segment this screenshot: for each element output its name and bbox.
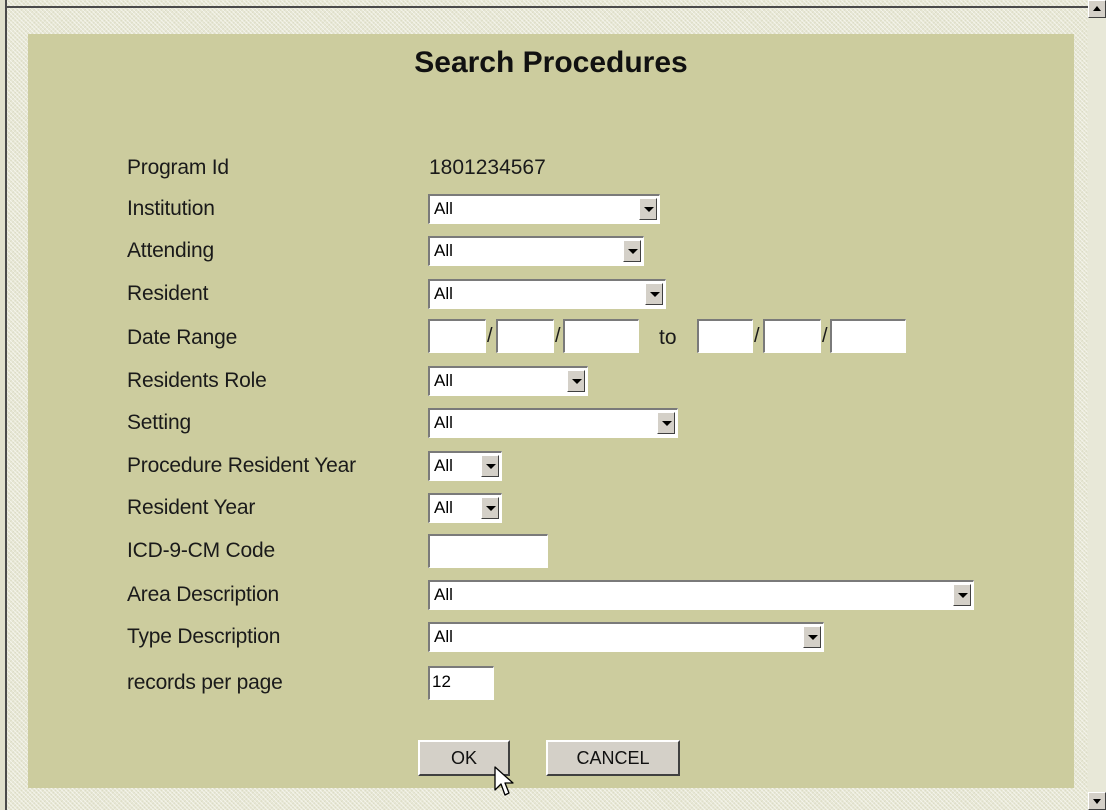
area-description-select-value: All bbox=[434, 585, 453, 604]
chevron-down-icon[interactable] bbox=[639, 198, 657, 220]
chevron-down-icon[interactable] bbox=[623, 240, 641, 262]
area-description-label: Area Description bbox=[127, 583, 280, 606]
scroll-down-arrow-icon[interactable] bbox=[1088, 792, 1106, 810]
date-range-label: Date Range bbox=[127, 326, 238, 349]
cancel-button[interactable]: CANCEL bbox=[546, 740, 680, 776]
icd9-code-input[interactable] bbox=[428, 534, 548, 568]
type-description-select[interactable]: All bbox=[428, 622, 824, 652]
vertical-scrollbar[interactable] bbox=[1088, 0, 1106, 810]
to-day-input[interactable] bbox=[763, 319, 821, 353]
date-separator: / bbox=[555, 325, 561, 347]
search-procedures-panel: Search Procedures Program Id 1801234567 … bbox=[28, 34, 1074, 788]
to-year-input[interactable] bbox=[830, 319, 906, 353]
chevron-down-icon[interactable] bbox=[803, 626, 821, 648]
attending-select[interactable]: All bbox=[428, 236, 644, 266]
window-top-border bbox=[0, 0, 1088, 8]
type-description-select-value: All bbox=[434, 627, 453, 646]
from-year-input[interactable] bbox=[563, 319, 639, 353]
residents-role-select[interactable]: All bbox=[428, 366, 588, 396]
chevron-down-icon[interactable] bbox=[953, 584, 971, 606]
resident-label: Resident bbox=[127, 282, 209, 305]
procedure-resident-year-select-value: All bbox=[434, 456, 453, 475]
chevron-down-icon[interactable] bbox=[567, 370, 585, 392]
institution-select[interactable]: All bbox=[428, 194, 660, 224]
resident-select-value: All bbox=[434, 284, 453, 303]
from-day-input[interactable] bbox=[496, 319, 554, 353]
chevron-down-icon[interactable] bbox=[657, 412, 675, 434]
institution-label: Institution bbox=[127, 197, 215, 220]
date-separator: / bbox=[822, 325, 828, 347]
from-month-input[interactable] bbox=[428, 319, 486, 353]
setting-select[interactable]: All bbox=[428, 408, 678, 438]
type-description-label: Type Description bbox=[127, 625, 281, 648]
setting-select-value: All bbox=[434, 413, 453, 432]
procedure-resident-year-label: Procedure Resident Year bbox=[127, 454, 356, 477]
resident-year-select-value: All bbox=[434, 498, 453, 517]
institution-select-value: All bbox=[434, 199, 453, 218]
attending-label: Attending bbox=[127, 239, 214, 262]
date-separator: / bbox=[754, 325, 760, 347]
date-separator: / bbox=[487, 325, 493, 347]
attending-select-value: All bbox=[434, 241, 453, 260]
records-per-page-label: records per page bbox=[127, 671, 283, 694]
setting-label: Setting bbox=[127, 411, 191, 434]
program-id-label: Program Id bbox=[127, 156, 229, 179]
window-left-border bbox=[0, 0, 7, 810]
page-title: Search Procedures bbox=[414, 46, 688, 79]
icd9-code-label: ICD-9-CM Code bbox=[127, 539, 275, 562]
date-range-to-label: to bbox=[659, 326, 677, 349]
resident-year-select[interactable]: All bbox=[428, 493, 502, 523]
area-description-select[interactable]: All bbox=[428, 580, 974, 610]
program-id-value: 1801234567 bbox=[429, 156, 546, 179]
procedure-resident-year-select[interactable]: All bbox=[428, 451, 502, 481]
records-per-page-input[interactable]: 12 bbox=[428, 666, 494, 700]
chevron-down-icon[interactable] bbox=[481, 455, 499, 477]
chevron-down-icon[interactable] bbox=[645, 283, 663, 305]
resident-year-label: Resident Year bbox=[127, 496, 256, 519]
residents-role-select-value: All bbox=[434, 371, 453, 390]
mouse-cursor-icon bbox=[494, 766, 514, 796]
to-month-input[interactable] bbox=[697, 319, 753, 353]
residents-role-label: Residents Role bbox=[127, 369, 267, 392]
chevron-down-icon[interactable] bbox=[481, 497, 499, 519]
resident-select[interactable]: All bbox=[428, 279, 666, 309]
scroll-up-arrow-icon[interactable] bbox=[1088, 0, 1106, 18]
